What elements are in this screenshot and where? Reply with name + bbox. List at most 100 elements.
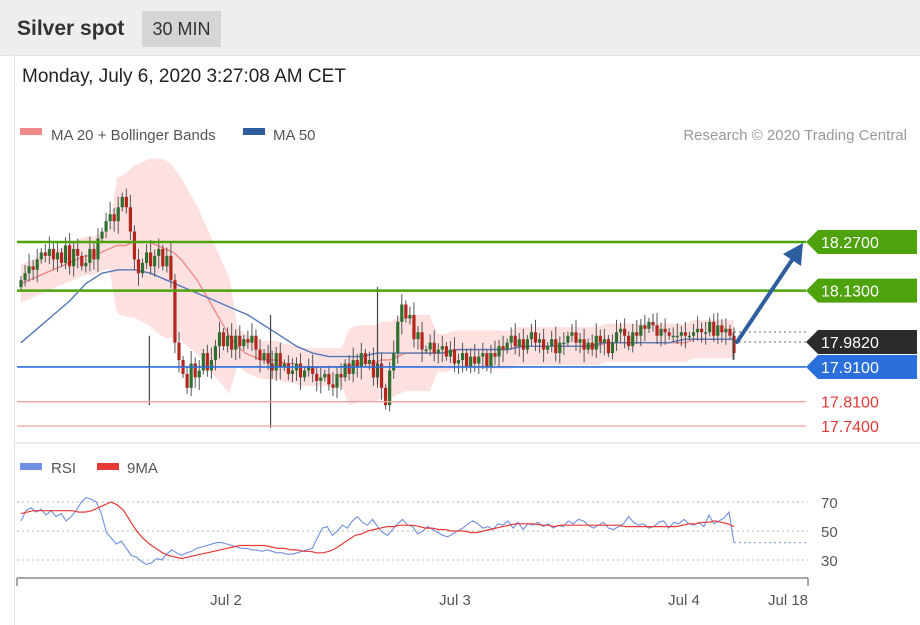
candle-body — [456, 360, 461, 364]
candle-body — [606, 339, 611, 354]
candle-body — [416, 332, 420, 340]
candle-body — [618, 328, 623, 333]
candle-body — [716, 325, 720, 336]
candle-body — [274, 353, 278, 371]
candle-body — [574, 332, 578, 343]
candle-body — [68, 245, 72, 267]
candle-body — [432, 342, 436, 354]
candle-body — [699, 328, 704, 333]
candle-body — [242, 339, 246, 347]
candle-body — [384, 387, 388, 406]
candle-body — [140, 262, 145, 274]
level-resistance-label: 18.1300 — [821, 284, 879, 301]
candle-body — [501, 346, 505, 350]
candle-body — [420, 332, 424, 350]
candle-body — [541, 339, 546, 350]
candle-body — [554, 339, 558, 354]
rsi-tick-label: 70 — [821, 495, 838, 512]
candle-body — [51, 248, 56, 260]
candle-body — [533, 332, 538, 343]
candle-body — [388, 370, 392, 406]
candle-body — [331, 384, 335, 388]
candle-body — [132, 231, 137, 260]
candle-body — [230, 335, 234, 350]
support-label: 17.7400 — [821, 419, 879, 436]
candle-body — [440, 346, 444, 350]
candle-body — [497, 346, 501, 357]
candle-body — [659, 328, 663, 336]
candle-body — [598, 335, 602, 343]
candle-body — [647, 321, 651, 329]
rsi-panel: 70 50 30 — [17, 495, 838, 570]
candle-body — [76, 248, 80, 256]
candle-body — [610, 342, 615, 354]
candle-body — [217, 332, 222, 347]
candle-body — [412, 314, 416, 340]
candle-body — [525, 339, 529, 350]
candle-body — [63, 245, 68, 263]
candle-body — [436, 349, 440, 354]
candle-body — [481, 353, 485, 357]
candle-body — [623, 328, 627, 336]
candle-body — [720, 325, 724, 333]
candle-body — [452, 349, 457, 364]
candle-body — [663, 328, 667, 333]
candle-body — [671, 335, 675, 338]
candle-body — [201, 353, 205, 371]
candle-body — [586, 342, 590, 350]
candle — [185, 365, 189, 395]
candle-body — [298, 363, 303, 378]
candle-body — [485, 353, 489, 367]
candle-body — [708, 321, 712, 333]
candle-body — [266, 353, 270, 364]
candle-body — [614, 332, 619, 343]
candle-body — [315, 373, 319, 381]
candle-body — [651, 321, 655, 326]
candle-body — [359, 353, 363, 367]
candle-body — [35, 259, 39, 270]
candle-body — [728, 328, 732, 336]
candle-body — [570, 332, 574, 336]
candle-body — [136, 259, 141, 274]
rsi-legend-label: RSI — [51, 460, 76, 477]
candle-body — [55, 252, 60, 260]
candle-body — [116, 207, 120, 222]
candle-body — [469, 356, 473, 367]
rsi-ma-legend-label: 9MA — [127, 460, 158, 477]
candle-body — [234, 335, 238, 350]
candle-body — [258, 349, 262, 361]
ma50-legend-swatch — [243, 128, 265, 135]
candle-body — [643, 325, 647, 329]
candle-body — [339, 373, 343, 378]
candle-body — [400, 304, 404, 322]
support-label: 17.8100 — [821, 395, 879, 412]
ma20-legend-label: MA 20 + Bollinger Bands — [51, 127, 216, 144]
candle-body — [311, 366, 315, 374]
candle-body — [509, 335, 513, 343]
candle-body — [144, 252, 149, 263]
candle-body — [319, 377, 323, 381]
candle-body — [396, 321, 400, 354]
candle-body — [43, 252, 47, 256]
candle-body — [197, 370, 201, 378]
x-tick-label: Jul 4 — [668, 592, 700, 609]
candle-body — [209, 360, 214, 371]
candle-body — [704, 332, 708, 334]
candle-body — [371, 360, 376, 378]
candle-body — [424, 349, 428, 352]
candle-body — [193, 363, 197, 378]
candle — [173, 273, 177, 354]
candle-body — [465, 353, 469, 367]
candle-body — [27, 266, 31, 274]
rsi-legend-swatch — [20, 463, 42, 470]
candle-body — [104, 221, 108, 232]
candle-body — [88, 248, 92, 263]
candle-body — [290, 370, 295, 374]
candle-body — [343, 363, 347, 378]
candle-body — [278, 353, 282, 367]
candle-body — [444, 346, 448, 357]
candle-body — [302, 370, 307, 378]
candle-body — [667, 332, 671, 336]
candle-body — [165, 255, 169, 267]
candle-body — [39, 252, 43, 260]
